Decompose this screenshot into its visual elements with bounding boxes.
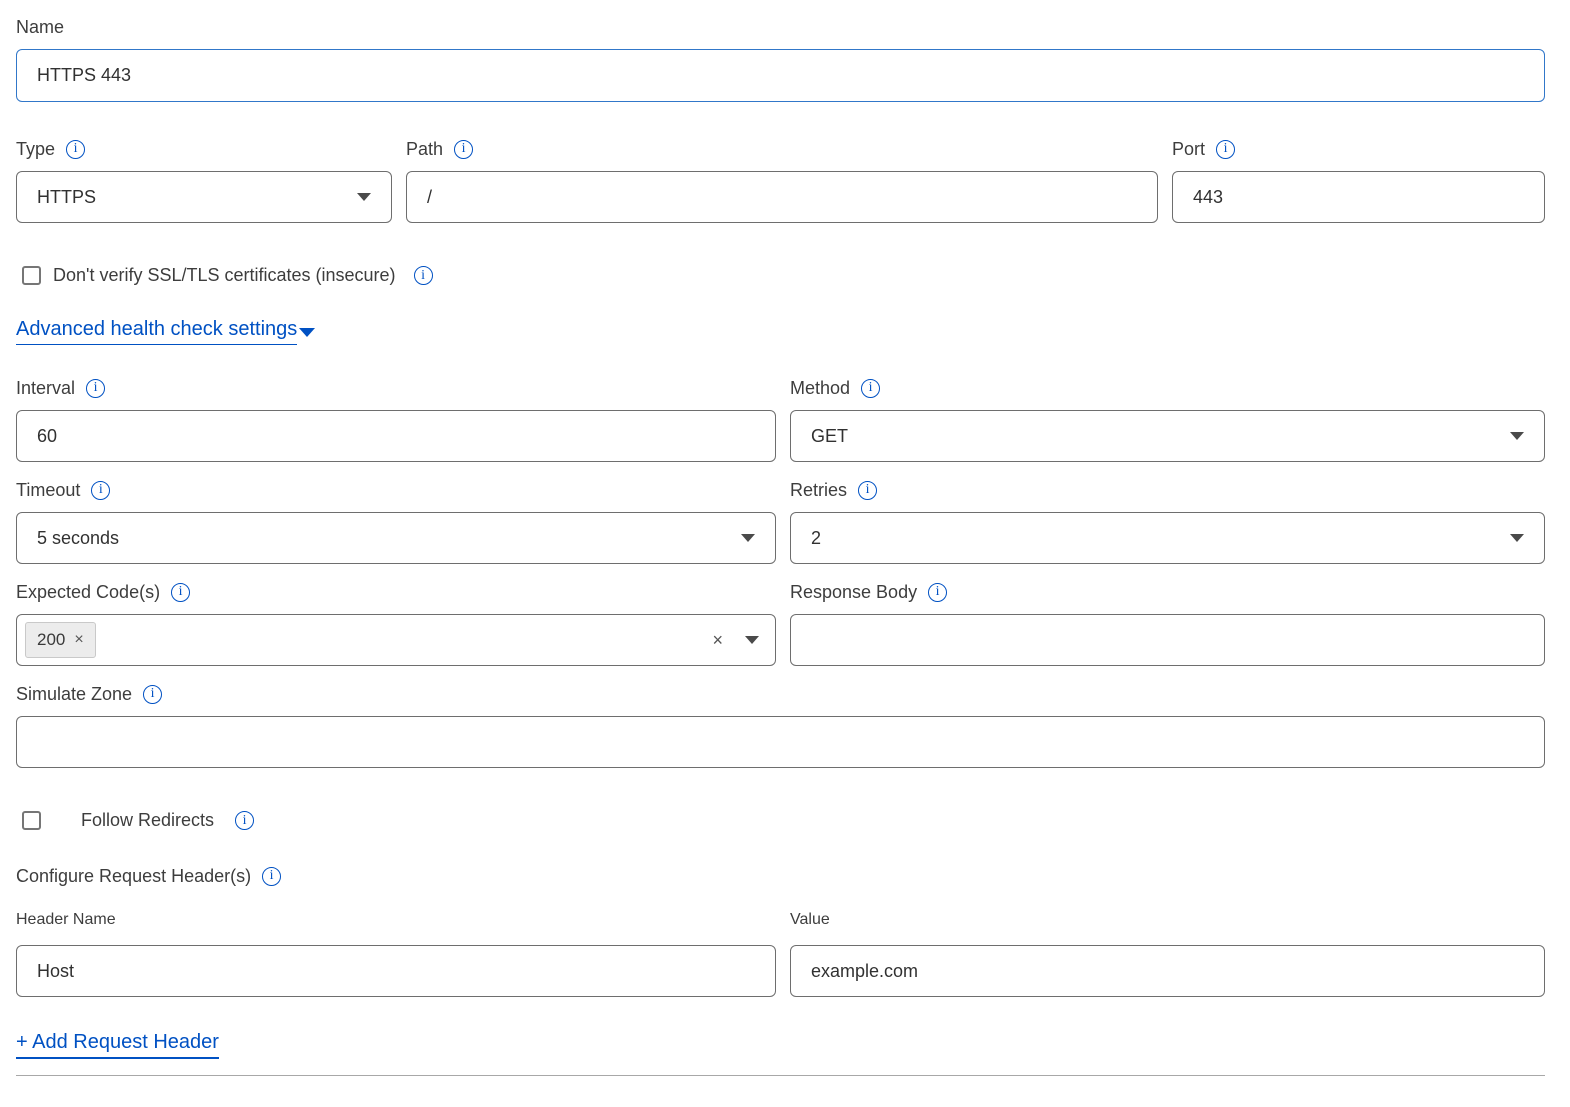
response-body-input[interactable] (790, 614, 1545, 666)
interval-label: Interval (16, 378, 75, 399)
path-info-icon[interactable]: i (454, 140, 473, 159)
port-info-icon[interactable]: i (1216, 140, 1235, 159)
caret-down-icon (741, 534, 755, 542)
header-name-label: Header Name (16, 911, 116, 929)
method-field: Method i GET (790, 375, 1545, 462)
ssl-verify-row: Don't verify SSL/TLS certificates (insec… (16, 265, 1545, 286)
type-field: Type i HTTPS (16, 136, 392, 223)
timeout-select[interactable]: 5 seconds (16, 512, 776, 564)
follow-redirects-label: Follow Redirects (81, 810, 214, 831)
simulate-zone-input[interactable] (16, 716, 1545, 768)
remove-tag-icon[interactable]: × (74, 632, 83, 648)
caret-down-icon (357, 193, 371, 201)
expected-code-tag: 200 × (25, 622, 96, 658)
port-field: Port i (1172, 136, 1545, 223)
port-input[interactable] (1172, 171, 1545, 223)
request-headers-info-icon[interactable]: i (262, 867, 281, 886)
retries-field: Retries i 2 (790, 477, 1545, 564)
request-headers-section: Configure Request Header(s) i (16, 863, 1545, 889)
follow-redirects-row: Follow Redirects i (16, 810, 1545, 831)
response-body-info-icon[interactable]: i (928, 583, 947, 602)
interval-field: Interval i (16, 375, 776, 462)
type-info-icon[interactable]: i (66, 140, 85, 159)
retries-select-value: 2 (811, 528, 821, 549)
expected-codes-label: Expected Code(s) (16, 582, 160, 603)
type-select[interactable]: HTTPS (16, 171, 392, 223)
method-info-icon[interactable]: i (861, 379, 880, 398)
caret-down-icon (299, 328, 315, 337)
follow-redirects-info-icon[interactable]: i (235, 811, 254, 830)
name-label: Name (16, 17, 64, 38)
method-select[interactable]: GET (790, 410, 1545, 462)
name-input[interactable] (16, 49, 1545, 102)
interval-info-icon[interactable]: i (86, 379, 105, 398)
port-label: Port (1172, 139, 1205, 160)
expected-code-tag-value: 200 (37, 630, 65, 650)
ssl-verify-checkbox[interactable] (22, 266, 41, 285)
request-headers-label: Configure Request Header(s) (16, 866, 251, 887)
type-label: Type (16, 139, 55, 160)
advanced-settings-link[interactable]: Advanced health check settings (16, 318, 315, 345)
clear-icon[interactable]: × (712, 631, 723, 649)
header-value-label: Value (790, 911, 830, 929)
expected-codes-field: Expected Code(s) i 200 × × (16, 579, 776, 666)
retries-select[interactable]: 2 (790, 512, 1545, 564)
follow-redirects-checkbox[interactable] (22, 811, 41, 830)
add-request-header-link[interactable]: + Add Request Header (16, 1031, 219, 1059)
simulate-zone-label: Simulate Zone (16, 684, 132, 705)
name-field: Name (16, 14, 1545, 102)
response-body-label: Response Body (790, 582, 917, 603)
path-field: Path i (406, 136, 1158, 223)
simulate-zone-info-icon[interactable]: i (143, 685, 162, 704)
caret-down-icon (1510, 432, 1524, 440)
response-body-field: Response Body i (790, 579, 1545, 666)
retries-info-icon[interactable]: i (858, 481, 877, 500)
timeout-label: Timeout (16, 480, 80, 501)
interval-input[interactable] (16, 410, 776, 462)
method-select-value: GET (811, 426, 848, 447)
expected-codes-info-icon[interactable]: i (171, 583, 190, 602)
expected-codes-multiselect[interactable]: 200 × × (16, 614, 776, 666)
advanced-settings-link-text: Advanced health check settings (16, 318, 297, 345)
header-name-field: Header Name (16, 907, 776, 997)
method-label: Method (790, 378, 850, 399)
caret-down-icon (1510, 534, 1524, 542)
type-select-value: HTTPS (37, 187, 96, 208)
health-check-form: Name Type i HTTPS Path i Port i (0, 0, 1570, 1107)
path-input[interactable] (406, 171, 1158, 223)
ssl-verify-label: Don't verify SSL/TLS certificates (insec… (53, 265, 396, 286)
timeout-info-icon[interactable]: i (91, 481, 110, 500)
header-value-field: Value (790, 907, 1545, 997)
timeout-select-value: 5 seconds (37, 528, 119, 549)
caret-down-icon[interactable] (745, 636, 759, 644)
path-label: Path (406, 139, 443, 160)
header-value-input[interactable] (790, 945, 1545, 997)
ssl-verify-info-icon[interactable]: i (414, 266, 433, 285)
retries-label: Retries (790, 480, 847, 501)
request-header-row: Header Name Value (16, 907, 1545, 997)
section-divider (16, 1075, 1545, 1076)
simulate-zone-field: Simulate Zone i (16, 681, 1545, 768)
timeout-field: Timeout i 5 seconds (16, 477, 776, 564)
header-name-input[interactable] (16, 945, 776, 997)
